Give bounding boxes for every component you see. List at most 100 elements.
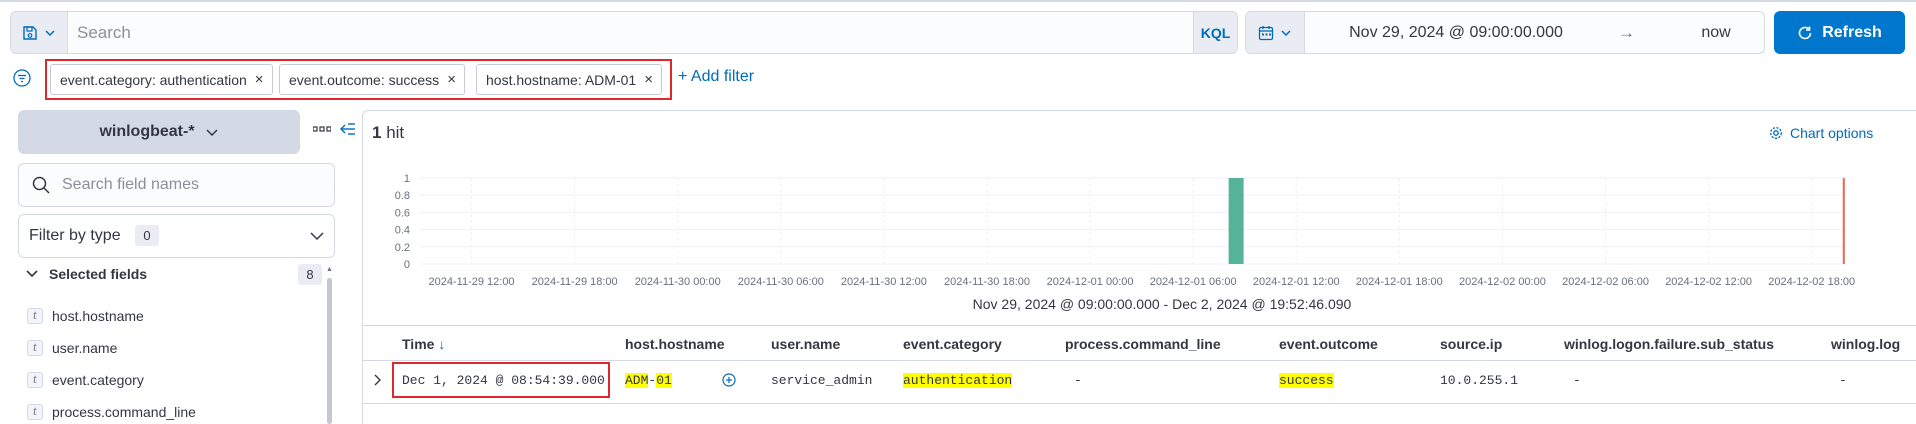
filter-count-badge: 0 xyxy=(135,225,159,246)
x-tick-label: 2024-12-01 18:00 xyxy=(1356,276,1443,288)
column-header-user[interactable]: user.name xyxy=(771,336,840,352)
saved-query-button[interactable] xyxy=(11,12,68,53)
filter-pill-label: event.category: authentication xyxy=(60,71,247,88)
cell-user: service_admin xyxy=(771,373,873,388)
date-picker: Nov 29, 2024 @ 09:00:00.000 → now xyxy=(1245,11,1765,54)
string-type-icon: t xyxy=(27,404,43,420)
selected-fields-count: 8 xyxy=(298,264,322,285)
field-item[interactable]: t host.hostname xyxy=(27,306,144,326)
y-tick-label: 0.2 xyxy=(395,242,410,254)
end-date[interactable]: now xyxy=(1666,12,1766,53)
calendar-icon xyxy=(1258,25,1274,40)
x-tick-label: 2024-11-30 06:00 xyxy=(738,276,824,288)
selected-fields-toggle[interactable]: Selected fields xyxy=(25,266,147,282)
selected-fields-label: Selected fields xyxy=(49,266,148,282)
search-input[interactable] xyxy=(77,12,1177,53)
quick-date-button[interactable] xyxy=(1246,12,1305,53)
collapse-sidebar-icon[interactable] xyxy=(340,122,356,136)
field-item[interactable]: t event.category xyxy=(27,370,144,390)
column-header-winlog[interactable]: winlog.log xyxy=(1831,336,1916,352)
cell-source-ip: 10.0.255.1 xyxy=(1440,373,1519,388)
chevron-down-icon xyxy=(45,29,55,36)
column-header-time[interactable]: Time ↓ xyxy=(402,336,445,352)
table-divider xyxy=(363,360,1916,361)
start-date[interactable]: Nov 29, 2024 @ 09:00:00.000 xyxy=(1326,12,1586,53)
column-header-sub-status[interactable]: winlog.logon.failure.sub_status xyxy=(1564,336,1774,352)
y-tick-label: 0.6 xyxy=(395,207,410,219)
cell-sub-status: - xyxy=(1573,373,1581,388)
more-options-icon[interactable] xyxy=(313,126,331,132)
string-type-icon: t xyxy=(27,372,43,388)
x-tick-label: 2024-12-02 00:00 xyxy=(1459,276,1546,288)
highlight: authentication xyxy=(903,373,1013,388)
table-divider xyxy=(363,403,1916,404)
filter-pill-outcome[interactable]: event.outcome: success × xyxy=(279,64,465,95)
string-type-icon: t xyxy=(27,340,43,356)
highlight: ADM xyxy=(625,373,649,388)
field-name: process.command_line xyxy=(52,404,196,420)
x-tick-label: 2024-12-01 00:00 xyxy=(1047,276,1134,288)
close-icon[interactable]: × xyxy=(447,71,456,88)
x-tick-label: 2024-12-01 06:00 xyxy=(1150,276,1237,288)
save-icon xyxy=(23,25,37,40)
scroll-up-arrow[interactable]: ▲ xyxy=(326,266,333,273)
hit-count-number: 1 xyxy=(372,123,382,142)
field-item[interactable]: t process.command_line xyxy=(27,402,196,422)
query-language-button[interactable]: KQL xyxy=(1193,12,1237,53)
add-filter-link[interactable]: + Add filter xyxy=(678,68,754,86)
x-tick-label: 2024-12-02 12:00 xyxy=(1665,276,1752,288)
field-search xyxy=(18,163,335,207)
x-tick-label: 2024-11-30 12:00 xyxy=(841,276,927,288)
hit-count-unit: hit xyxy=(386,123,405,142)
hit-count: 1 hit xyxy=(372,123,404,143)
add-column-icon[interactable] xyxy=(722,373,736,387)
field-search-input[interactable] xyxy=(62,164,322,206)
cell-hostname: ADM-01 xyxy=(625,373,672,388)
column-header-host[interactable]: host.hostname xyxy=(625,336,725,352)
filter-pill-category[interactable]: event.category: authentication × xyxy=(50,64,273,95)
column-header-command[interactable]: process.command_line xyxy=(1065,336,1221,352)
time-range-label: Nov 29, 2024 @ 09:00:00.000 - Dec 2, 202… xyxy=(973,296,1352,312)
arrow-right-icon: → xyxy=(1618,22,1635,42)
chevron-down-icon xyxy=(26,270,38,278)
filter-by-type-dropdown[interactable]: Filter by type 0 xyxy=(18,214,335,258)
cell-command-line: - xyxy=(1074,373,1082,388)
x-tick-label: 2024-11-29 18:00 xyxy=(532,276,618,288)
cell-winlog: - xyxy=(1839,373,1847,388)
x-tick-label: 2024-11-30 18:00 xyxy=(944,276,1030,288)
chart-options-button[interactable]: Chart options xyxy=(1769,125,1873,141)
field-item[interactable]: t user.name xyxy=(27,338,117,358)
x-tick-label: 2024-12-02 18:00 xyxy=(1768,276,1855,288)
refresh-icon xyxy=(1798,26,1812,39)
chevron-down-icon xyxy=(206,129,218,137)
refresh-button[interactable]: Refresh xyxy=(1774,11,1905,54)
filter-pill-label: event.outcome: success xyxy=(289,71,440,88)
cell-category: authentication xyxy=(903,373,1013,388)
chevron-right-icon[interactable] xyxy=(372,373,384,387)
search-icon xyxy=(32,176,50,194)
query-bar: KQL xyxy=(10,11,1238,54)
field-name: host.hostname xyxy=(52,308,144,324)
column-header-outcome[interactable]: event.outcome xyxy=(1279,336,1378,352)
y-tick-label: 1 xyxy=(404,173,410,185)
close-icon[interactable]: × xyxy=(255,71,264,88)
data-view-label: winlogbeat-* xyxy=(99,123,195,140)
column-header-category[interactable]: event.category xyxy=(903,336,1002,352)
data-view-selector[interactable]: winlogbeat-* xyxy=(18,110,300,154)
close-icon[interactable]: × xyxy=(644,71,653,88)
filter-pill-label: host.hostname: ADM-01 xyxy=(486,71,637,88)
y-tick-label: 0 xyxy=(404,259,410,271)
filter-menu-icon[interactable] xyxy=(13,69,31,87)
highlight: success xyxy=(1279,373,1334,388)
filter-pill-hostname[interactable]: host.hostname: ADM-01 × xyxy=(476,64,662,95)
field-name: event.category xyxy=(52,372,144,388)
y-tick-label: 0.8 xyxy=(395,190,410,202)
highlight: 01 xyxy=(656,373,672,388)
cell-outcome: success xyxy=(1279,373,1334,388)
histogram-chart: 1 0.8 0.6 0.4 0.2 0 2024-11-29 12:00 2024-11-29… xyxy=(395,173,1855,312)
histogram-bar xyxy=(1228,178,1244,264)
y-tick-label: 0.4 xyxy=(395,225,410,237)
x-tick-label: 2024-11-30 00:00 xyxy=(635,276,721,288)
sidebar-scrollbar[interactable] xyxy=(327,278,332,424)
column-header-source-ip[interactable]: source.ip xyxy=(1440,336,1502,352)
